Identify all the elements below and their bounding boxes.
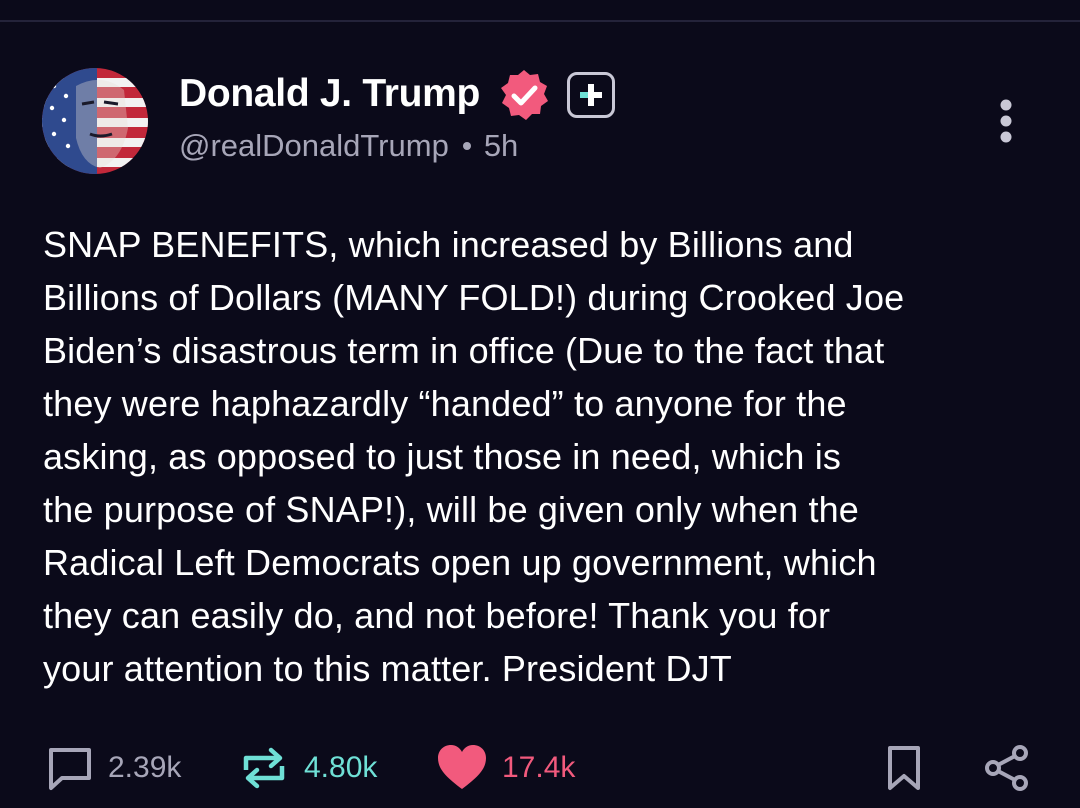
post-body: SNAP BENEFITS, which increased by Billio… — [43, 224, 905, 689]
plus-badge-icon — [580, 84, 602, 106]
like-count: 17.4k — [502, 751, 576, 784]
reply-icon — [49, 748, 91, 790]
author-handle[interactable]: @realDonaldTrump — [179, 126, 449, 166]
like-button[interactable]: 17.4k — [436, 740, 575, 796]
bookmark-icon — [888, 746, 920, 790]
repost-button[interactable]: 4.80k — [238, 740, 377, 796]
reply-count: 2.39k — [108, 751, 182, 784]
heart-icon — [438, 745, 486, 789]
avatar-image — [42, 68, 148, 174]
verified-badge-icon — [501, 70, 548, 120]
top-divider — [0, 20, 1080, 22]
repost-icon — [243, 747, 285, 789]
author-display-name[interactable]: Donald J. Trump — [179, 70, 480, 118]
share-button[interactable] — [984, 740, 1030, 796]
separator-dot — [462, 142, 471, 150]
bookmark-button[interactable] — [884, 740, 924, 796]
post-timestamp[interactable]: 5h — [484, 126, 518, 166]
author-avatar[interactable] — [42, 68, 148, 174]
plus-badge — [567, 72, 615, 118]
more-options-icon[interactable] — [988, 96, 1024, 146]
author-meta: @realDonaldTrump 5h — [179, 126, 518, 166]
repost-count: 4.80k — [304, 751, 378, 784]
share-icon — [985, 745, 1028, 791]
action-bar: 2.39k 4.80k 17.4k — [0, 740, 1080, 796]
reply-button[interactable]: 2.39k — [46, 740, 181, 796]
